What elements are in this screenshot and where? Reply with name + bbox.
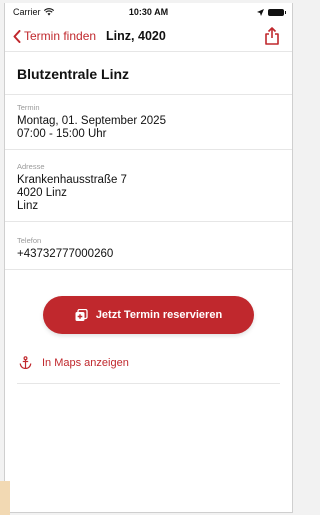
reserve-wrap: Jetzt Termin reservieren (5, 270, 292, 334)
maps-label: In Maps anzeigen (42, 356, 129, 369)
page-title: Linz, 4020 (106, 29, 166, 43)
maps-link[interactable]: In Maps anzeigen (5, 334, 292, 369)
phone-label: Telefon (17, 236, 42, 245)
anchor-icon (19, 356, 32, 369)
status-right (257, 8, 286, 16)
wifi-icon (43, 8, 54, 16)
divider (17, 383, 280, 384)
navigation-bar: Termin finden Linz, 4020 (5, 21, 292, 52)
corner-decoration (0, 481, 10, 515)
carrier-label: Carrier (13, 7, 41, 17)
reserve-button[interactable]: Jetzt Termin reservieren (43, 296, 254, 334)
address-label: Adresse (17, 162, 45, 171)
app-screen: Carrier 10:30 AM Termin finden Linz, 402… (4, 3, 293, 513)
termin-section: Termin Montag, 01. September 2025 07:00 … (5, 95, 292, 150)
termin-label: Termin (17, 103, 40, 112)
location-arrow-icon (257, 8, 264, 16)
termin-time: 07:00 - 15:00 Uhr (17, 128, 107, 140)
address-city: Linz (17, 200, 39, 212)
chevron-left-icon (13, 29, 21, 43)
phone-section: Telefon +43732777000260 (5, 222, 292, 270)
status-left: Carrier (13, 7, 54, 17)
back-button[interactable]: Termin finden (13, 29, 96, 43)
reserve-label: Jetzt Termin reservieren (95, 309, 223, 321)
address-zip-city: 4020 Linz (17, 187, 67, 199)
termin-date: Montag, 01. September 2025 (17, 115, 166, 127)
phone-number[interactable]: +43732777000260 (17, 248, 280, 261)
address-section: Adresse Krankenhausstraße 7 4020 Linz Li… (5, 150, 292, 222)
back-label: Termin finden (24, 29, 97, 43)
address-street: Krankenhausstraße 7 (17, 174, 127, 186)
status-bar: Carrier 10:30 AM (5, 3, 292, 21)
calendar-add-icon (75, 308, 88, 321)
battery-icon (268, 8, 286, 16)
share-icon[interactable] (262, 26, 282, 46)
venue-name: Blutzentrale Linz (5, 52, 292, 95)
